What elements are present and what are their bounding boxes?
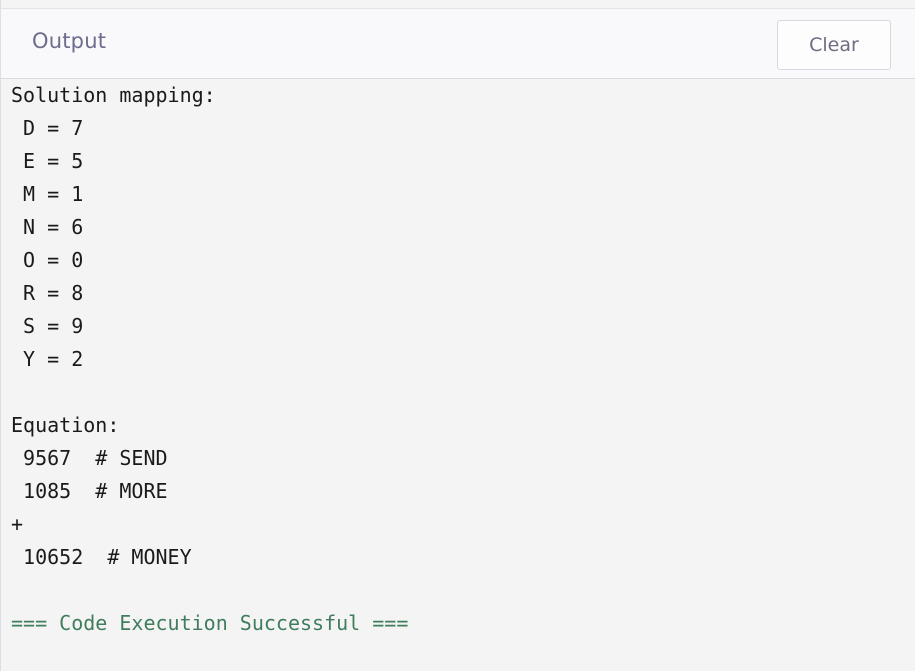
output-line: N = 6	[11, 215, 84, 239]
clear-button[interactable]: Clear	[777, 20, 891, 70]
output-title: Output	[32, 29, 107, 53]
output-line: Equation:	[11, 413, 120, 437]
output-line: 10652 # MONEY	[11, 545, 192, 569]
output-line: 9567 # SEND	[11, 446, 168, 470]
output-line: E = 5	[11, 149, 84, 173]
output-line: S = 9	[11, 314, 84, 338]
output-line: R = 8	[11, 281, 84, 305]
execution-status: === Code Execution Successful ===	[11, 611, 409, 635]
output-header: Output Clear	[1, 8, 915, 79]
console-output: Solution mapping: D = 7 E = 5 M = 1 N = …	[11, 79, 906, 640]
output-line: D = 7	[11, 116, 84, 140]
output-line: O = 0	[11, 248, 84, 272]
output-line: M = 1	[11, 182, 84, 206]
output-line: 1085 # MORE	[11, 479, 168, 503]
output-line: +	[11, 512, 24, 536]
output-panel: Output Clear Solution mapping: D = 7 E =…	[0, 0, 915, 671]
output-line: Y = 2	[11, 347, 84, 371]
output-line: Solution mapping:	[11, 83, 216, 107]
